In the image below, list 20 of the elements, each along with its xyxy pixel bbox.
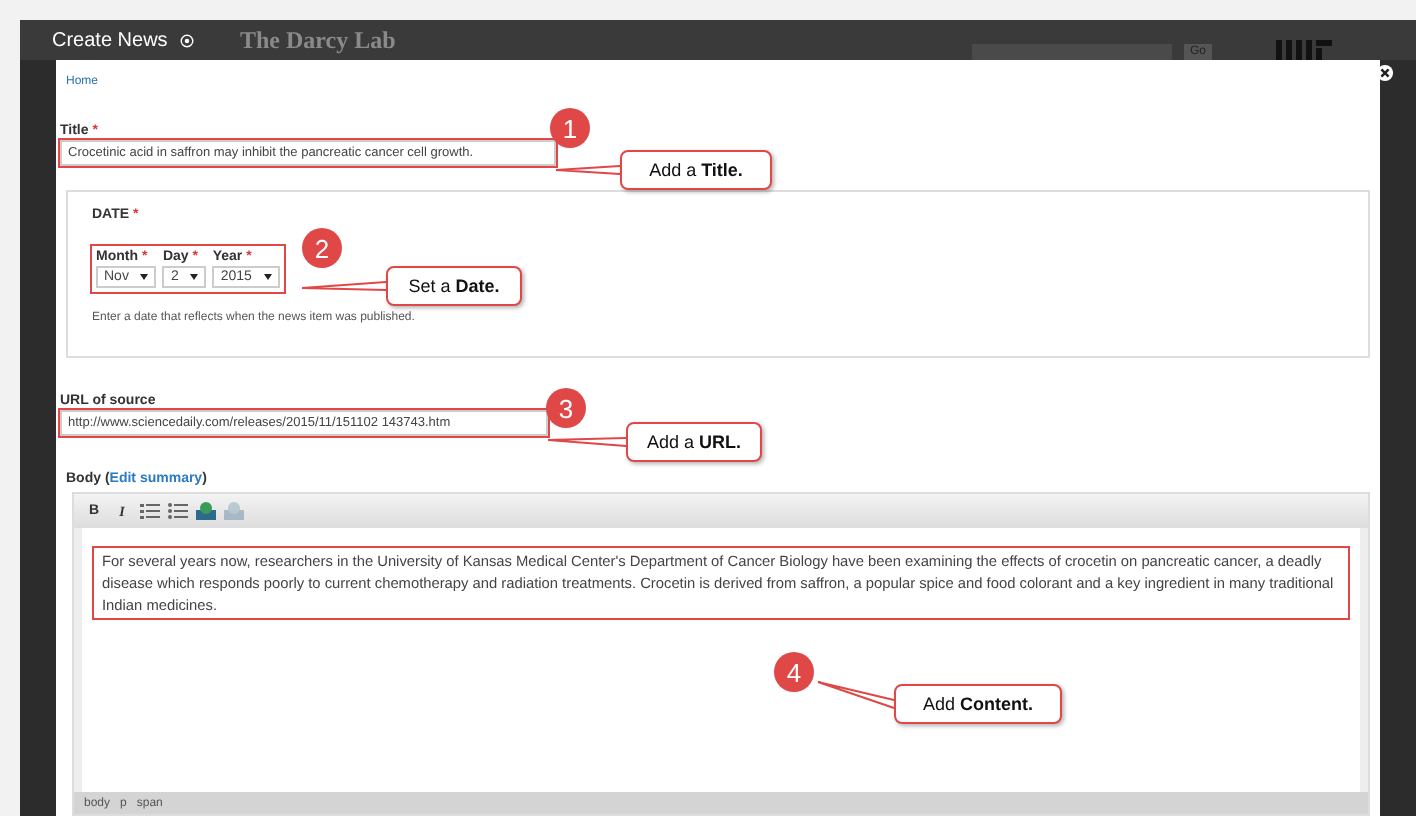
search-field[interactable] — [972, 44, 1172, 60]
image-icon[interactable] — [194, 500, 218, 522]
target-icon[interactable] — [179, 33, 194, 47]
leader-line — [555, 165, 621, 175]
caret-icon — [263, 274, 272, 280]
numbered-list-icon[interactable] — [138, 500, 162, 522]
window-title: Create News — [52, 29, 168, 51]
caret-icon — [140, 274, 149, 280]
leader-line — [817, 681, 895, 709]
logo-icon — [1276, 40, 1332, 60]
bullet-list-icon[interactable] — [166, 500, 190, 522]
callout-text: Add a URL. — [626, 422, 762, 462]
close-icon[interactable] — [1376, 64, 1394, 82]
callout-text: Add a Title. — [620, 150, 772, 190]
callout-text: Add Content. — [894, 684, 1062, 724]
caret-icon — [190, 274, 199, 280]
leader-line — [301, 281, 387, 291]
site-title: The Darcy Lab — [240, 26, 396, 56]
callout-text: Set a Date. — [386, 266, 522, 306]
leader-line — [547, 437, 627, 447]
